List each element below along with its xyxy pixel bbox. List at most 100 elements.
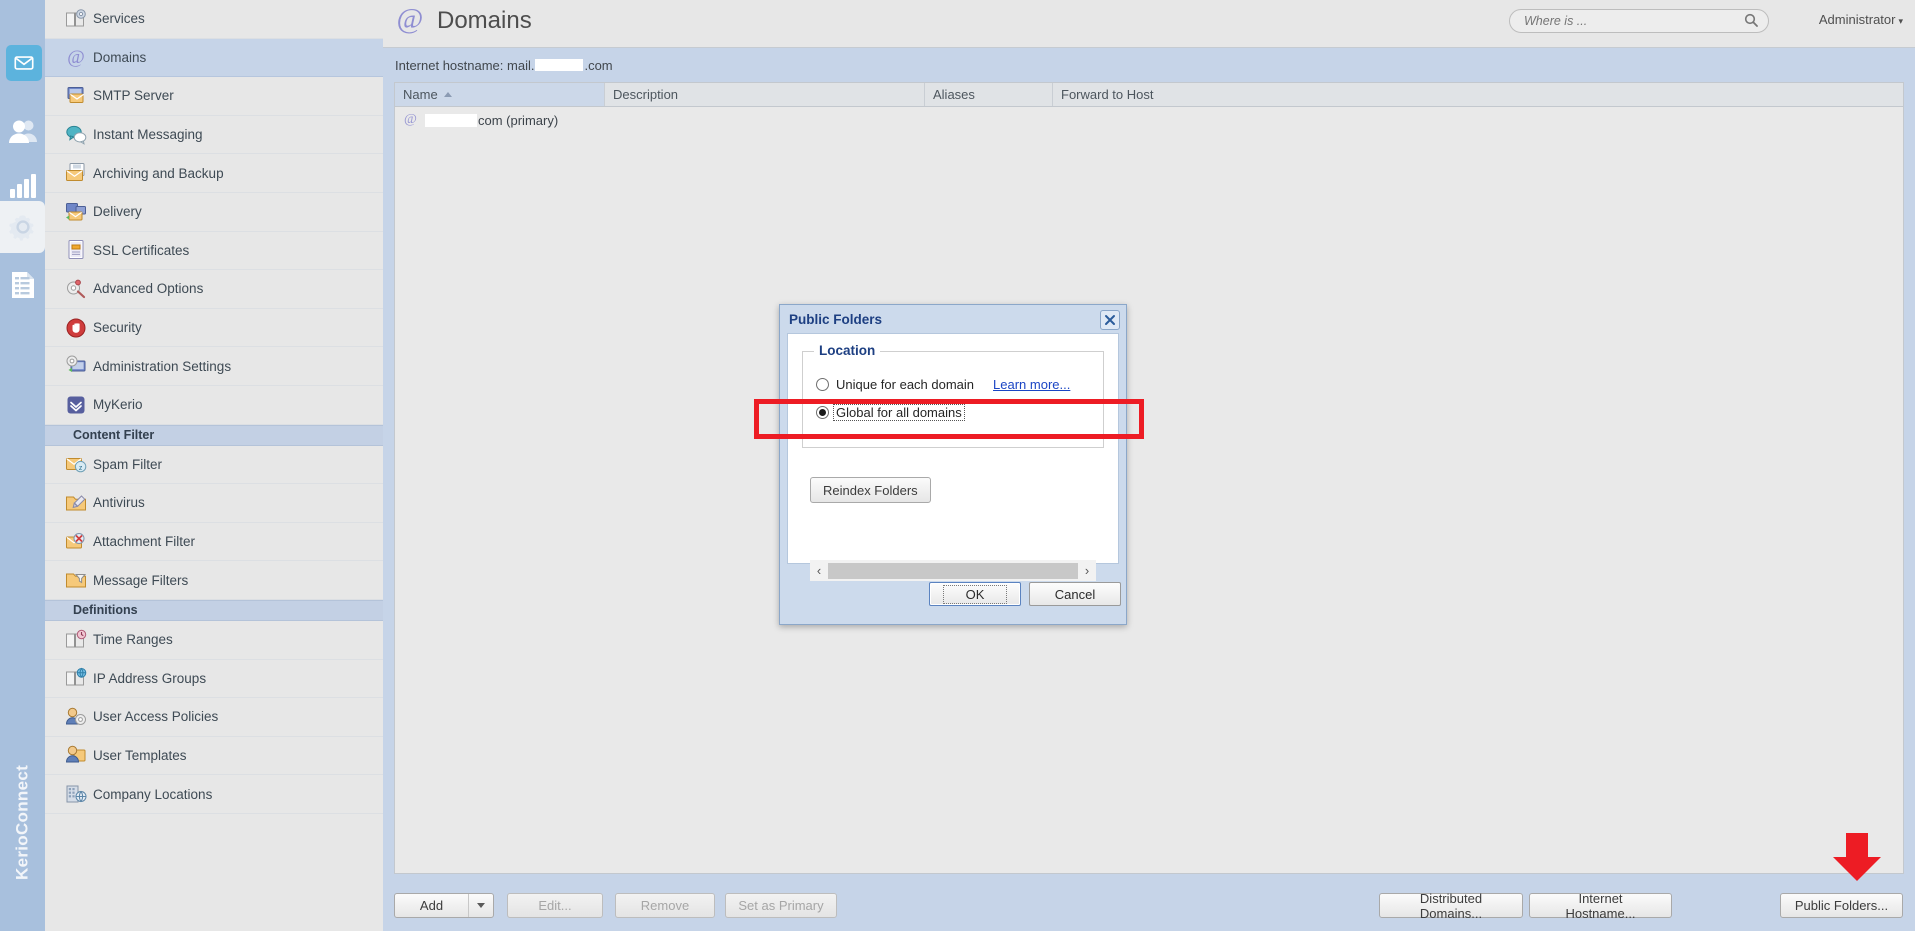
edit-button[interactable]: Edit... bbox=[507, 893, 603, 918]
sidebar-item-label: Time Ranges bbox=[93, 632, 173, 648]
icon-rail: KerioConnect bbox=[0, 0, 45, 931]
sidebar-item-domains[interactable]: @ Domains bbox=[45, 38, 383, 78]
column-label: Description bbox=[613, 87, 679, 102]
sidebar-group-definitions: Definitions bbox=[45, 599, 383, 621]
column-header-aliases[interactable]: Aliases bbox=[925, 83, 1053, 106]
sidebar-item-label: User Templates bbox=[93, 747, 187, 763]
svg-text:@: @ bbox=[397, 4, 424, 34]
hostname-prefix: Internet hostname: mail. bbox=[395, 57, 535, 73]
dialog-body: Location Unique for each domain Learn mo… bbox=[787, 333, 1119, 581]
public-folders-dialog[interactable]: Public Folders Location Unique for each … bbox=[779, 304, 1127, 625]
sidebar-item-user-templates[interactable]: User Templates bbox=[45, 737, 383, 776]
sidebar-item-label: Delivery bbox=[93, 204, 142, 220]
time-ranges-icon bbox=[65, 629, 87, 651]
close-icon[interactable] bbox=[1100, 310, 1120, 330]
archiving-backup-icon bbox=[65, 162, 87, 184]
radio-label: Global for all domains bbox=[833, 404, 965, 421]
sidebar-item-antivirus[interactable]: Antivirus bbox=[45, 484, 383, 523]
domains-at-icon: @ bbox=[395, 3, 425, 37]
set-as-primary-button[interactable]: Set as Primary bbox=[725, 893, 837, 918]
sidebar-item-attachment-filter[interactable]: Attachment Filter bbox=[45, 523, 383, 562]
sidebar-item-label: SSL Certificates bbox=[93, 242, 190, 258]
ok-button[interactable]: OK bbox=[929, 582, 1021, 606]
cancel-button[interactable]: Cancel bbox=[1029, 582, 1121, 606]
sidebar-item-security[interactable]: Security bbox=[45, 309, 383, 348]
mykerio-icon bbox=[65, 394, 87, 416]
sidebar-item-administration-settings[interactable]: Administration Settings bbox=[45, 347, 383, 386]
redacted-domain bbox=[535, 59, 584, 71]
sort-ascending-icon bbox=[443, 92, 452, 97]
sidebar-item-label: User Access Policies bbox=[93, 709, 219, 725]
sidebar-item-label: Antivirus bbox=[93, 495, 145, 511]
search-input[interactable] bbox=[1510, 14, 1744, 28]
reindex-folders-button[interactable]: Reindex Folders bbox=[810, 477, 931, 503]
radio-unique-for-each-domain[interactable]: Unique for each domain Learn more... bbox=[816, 377, 1070, 392]
internet-hostname-button[interactable]: Internet Hostname... bbox=[1529, 891, 1672, 921]
sidebar-item-label: Company Locations bbox=[93, 786, 213, 802]
advanced-options-icon bbox=[65, 278, 87, 300]
sidebar-item-spam-filter[interactable]: z Spam Filter bbox=[45, 446, 383, 485]
sidebar-item-company-locations[interactable]: Company Locations bbox=[45, 775, 383, 814]
sidebar-item-delivery[interactable]: Delivery bbox=[45, 193, 383, 232]
column-label: Forward to Host bbox=[1061, 87, 1154, 102]
user-access-policies-icon bbox=[65, 706, 87, 728]
sidebar-item-smtp-server[interactable]: SMTP Server bbox=[45, 77, 383, 116]
bottom-toolbar: Add Edit... Remove Set as Primary Distri… bbox=[383, 882, 1915, 931]
account-menu[interactable]: Administrator ▾ bbox=[1819, 12, 1903, 27]
chevron-down-icon[interactable] bbox=[469, 903, 493, 908]
radio-icon[interactable] bbox=[816, 378, 829, 391]
radio-global-for-all-domains[interactable]: Global for all domains bbox=[816, 404, 965, 421]
app-root: KerioConnect Services @ Domains SMTP Ser… bbox=[0, 0, 1915, 931]
sidebar-item-mykerio[interactable]: MyKerio bbox=[45, 386, 383, 425]
dialog-title: Public Folders bbox=[789, 311, 883, 327]
learn-more-link[interactable]: Learn more... bbox=[993, 377, 1070, 392]
radio-icon[interactable] bbox=[816, 406, 829, 419]
distributed-domains-button[interactable]: Distributed Domains... bbox=[1379, 891, 1523, 921]
search-box[interactable] bbox=[1509, 9, 1769, 33]
column-header-forward-to-host[interactable]: Forward to Host bbox=[1053, 83, 1903, 106]
accounts-icon[interactable] bbox=[3, 108, 43, 154]
sidebar-item-label: Services bbox=[93, 11, 145, 27]
sidebar-item-user-access-policies[interactable]: User Access Policies bbox=[45, 698, 383, 737]
sidebar-item-label: Spam Filter bbox=[93, 456, 163, 472]
logs-document-icon[interactable] bbox=[3, 262, 43, 308]
sidebar-item-ip-address-groups[interactable]: IP Address Groups bbox=[45, 660, 383, 699]
remove-button[interactable]: Remove bbox=[615, 893, 715, 918]
sidebar-item-archiving-and-backup[interactable]: Archiving and Backup bbox=[45, 154, 383, 193]
sidebar-item-label: Administration Settings bbox=[93, 358, 232, 374]
mail-icon[interactable] bbox=[6, 45, 42, 81]
table-row[interactable]: @ com (primary) bbox=[395, 107, 1903, 133]
table-header-row: Name Description Aliases Forward to Host bbox=[395, 83, 1903, 107]
column-header-description[interactable]: Description bbox=[605, 83, 925, 106]
svg-text:@: @ bbox=[404, 112, 417, 126]
sidebar-item-instant-messaging[interactable]: Instant Messaging bbox=[45, 116, 383, 155]
sidebar-item-time-ranges[interactable]: Time Ranges bbox=[45, 621, 383, 660]
sidebar-group-content-filter: Content Filter bbox=[45, 424, 383, 446]
redacted-domain bbox=[425, 113, 477, 127]
security-icon bbox=[65, 317, 87, 339]
column-label: Name bbox=[403, 87, 438, 102]
sidebar-item-advanced-options[interactable]: Advanced Options bbox=[45, 270, 383, 309]
dialog-footer: OK Cancel bbox=[780, 564, 1126, 624]
settings-menu[interactable]: Services @ Domains SMTP Server Instant M… bbox=[45, 0, 384, 931]
public-folders-button[interactable]: Public Folders... bbox=[1780, 893, 1903, 918]
search-icon[interactable] bbox=[1744, 13, 1758, 30]
sidebar-item-label: Security bbox=[93, 320, 142, 336]
spam-filter-icon: z bbox=[65, 453, 87, 475]
sidebar-item-message-filters[interactable]: Message Filters bbox=[45, 561, 383, 600]
sidebar-item-services[interactable]: Services bbox=[45, 0, 383, 39]
sidebar-item-label: SMTP Server bbox=[93, 88, 174, 104]
table-cell-name: com (primary) bbox=[478, 112, 559, 128]
ssl-certificates-icon bbox=[65, 239, 87, 261]
administration-settings-icon bbox=[65, 355, 87, 377]
add-button-label: Add bbox=[419, 898, 444, 913]
services-icon bbox=[65, 8, 87, 30]
antivirus-icon bbox=[65, 492, 87, 514]
column-label: Aliases bbox=[933, 87, 975, 102]
configuration-gear-icon[interactable] bbox=[0, 201, 45, 253]
add-button[interactable]: Add bbox=[394, 893, 494, 918]
sidebar-item-ssl-certificates[interactable]: SSL Certificates bbox=[45, 232, 383, 271]
column-header-name[interactable]: Name bbox=[395, 83, 605, 106]
domains-table[interactable]: Name Description Aliases Forward to Host… bbox=[394, 82, 1904, 874]
instant-messaging-icon bbox=[65, 124, 87, 146]
